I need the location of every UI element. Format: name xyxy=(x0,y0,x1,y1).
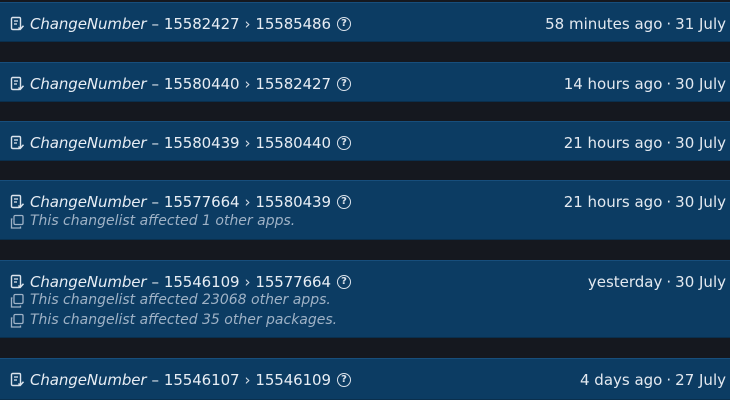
change-prefix: ChangeNumber xyxy=(30,273,147,291)
change-title[interactable]: ChangeNumber – 15546107 › 15546109 ? xyxy=(30,370,351,390)
changelist-row: ChangeNumber – 15582427 › 15585486 ? 58 … xyxy=(0,14,730,34)
changelist-icon xyxy=(10,76,25,91)
relative-time: 21 hours ago xyxy=(563,134,663,152)
note-text: This changelist affected 1 other apps. xyxy=(30,213,296,229)
change-from: 15580439 xyxy=(163,134,240,152)
relative-time: 14 hours ago xyxy=(563,75,663,93)
copy-icon xyxy=(10,214,24,229)
change-title[interactable]: ChangeNumber – 15582427 › 15585486 ? xyxy=(30,14,351,34)
changelist-row: ChangeNumber – 15546107 › 15546109 ? 4 d… xyxy=(0,370,730,390)
changelist-row: ChangeNumber – 15580439 › 15580440 ? 21 … xyxy=(0,133,730,153)
change-from: 15546107 xyxy=(163,371,240,389)
note-text: This changelist affected 35 other packag… xyxy=(30,312,338,328)
dot-separator: · xyxy=(666,75,672,93)
changelist-icon xyxy=(10,194,25,209)
changelist-card[interactable]: ChangeNumber – 15580439 › 15580440 ? 21 … xyxy=(0,121,730,161)
change-title[interactable]: ChangeNumber – 15580440 › 15582427 ? xyxy=(30,74,351,94)
change-date: 30 July xyxy=(675,193,726,211)
changelist-icon xyxy=(10,372,25,387)
arrow-separator: › xyxy=(244,193,251,211)
help-circle-icon[interactable]: ? xyxy=(336,17,351,31)
arrow-separator: › xyxy=(244,134,251,152)
changelist-card[interactable]: ChangeNumber – 15580440 › 15582427 ? 14 … xyxy=(0,62,730,102)
change-to: 15582427 xyxy=(255,75,331,93)
dash-separator: – xyxy=(151,371,160,389)
change-from: 15580440 xyxy=(163,75,240,93)
change-to: 15580440 xyxy=(255,134,331,152)
relative-time: 21 hours ago xyxy=(563,193,663,211)
dash-separator: – xyxy=(151,134,160,152)
change-time: 21 hours ago · 30 July xyxy=(564,192,726,212)
changelist-icon xyxy=(10,274,25,289)
change-to: 15577664 xyxy=(255,273,331,291)
change-from: 15577664 xyxy=(163,193,240,211)
change-title[interactable]: ChangeNumber – 15580439 › 15580440 ? xyxy=(30,133,351,153)
change-to: 15585486 xyxy=(255,15,331,33)
change-title[interactable]: ChangeNumber – 15577664 › 15580439 ? xyxy=(30,192,351,212)
dot-separator: · xyxy=(666,371,672,389)
help-circle-icon[interactable]: ? xyxy=(336,136,351,150)
changelist-card[interactable]: ChangeNumber – 15546109 › 15577664 ? yes… xyxy=(0,260,730,338)
arrow-separator: › xyxy=(244,371,251,389)
change-time: 58 minutes ago · 31 July xyxy=(545,14,726,34)
changelist-row: ChangeNumber – 15580440 › 15582427 ? 14 … xyxy=(0,74,730,94)
change-to: 15580439 xyxy=(255,193,331,211)
help-circle-icon[interactable]: ? xyxy=(336,373,351,387)
affected-note: This changelist affected 23068 other app… xyxy=(0,290,730,310)
change-date: 30 July xyxy=(675,273,726,291)
changelist-card[interactable]: ChangeNumber – 15577664 › 15580439 ? 21 … xyxy=(0,180,730,240)
change-date: 30 July xyxy=(675,134,726,152)
changelist-icon xyxy=(10,16,25,31)
change-from: 15582427 xyxy=(163,15,240,33)
dash-separator: – xyxy=(151,75,160,93)
change-time: 4 days ago · 27 July xyxy=(580,370,726,390)
changelist-icon xyxy=(10,135,25,150)
arrow-separator: › xyxy=(244,75,251,93)
change-prefix: ChangeNumber xyxy=(30,371,147,389)
change-time: 14 hours ago · 30 July xyxy=(564,74,726,94)
affected-note: This changelist affected 1 other apps. xyxy=(0,211,730,231)
changelist-feed: ChangeNumber – 15582427 › 15585486 ? 58 … xyxy=(0,0,730,400)
change-prefix: ChangeNumber xyxy=(30,134,147,152)
affected-note: This changelist affected 35 other packag… xyxy=(0,310,730,330)
dash-separator: – xyxy=(151,273,160,291)
relative-time: 58 minutes ago xyxy=(545,15,663,33)
dot-separator: · xyxy=(666,193,672,211)
dash-separator: – xyxy=(151,15,160,33)
change-date: 31 July xyxy=(675,15,726,33)
arrow-separator: › xyxy=(244,273,251,291)
help-circle-icon[interactable]: ? xyxy=(336,77,351,91)
changelist-card[interactable]: ChangeNumber – 15582427 › 15585486 ? 58 … xyxy=(0,2,730,42)
dot-separator: · xyxy=(666,15,672,33)
copy-icon xyxy=(10,293,24,308)
relative-time: yesterday xyxy=(587,273,663,291)
change-date: 27 July xyxy=(675,371,726,389)
change-prefix: ChangeNumber xyxy=(30,75,147,93)
changelist-row: ChangeNumber – 15577664 › 15580439 ? 21 … xyxy=(0,192,730,212)
help-circle-icon[interactable]: ? xyxy=(336,275,351,289)
dash-separator: – xyxy=(151,193,160,211)
arrow-separator: › xyxy=(244,15,251,33)
change-title[interactable]: ChangeNumber – 15546109 › 15577664 ? xyxy=(30,272,351,292)
help-circle-icon[interactable]: ? xyxy=(336,195,351,209)
note-text: This changelist affected 23068 other app… xyxy=(30,292,331,308)
changelist-card[interactable]: ChangeNumber – 15546107 › 15546109 ? 4 d… xyxy=(0,358,730,400)
change-time: 21 hours ago · 30 July xyxy=(564,133,726,153)
dot-separator: · xyxy=(666,273,672,291)
change-date: 30 July xyxy=(675,75,726,93)
copy-icon xyxy=(10,313,24,328)
change-to: 15546109 xyxy=(255,371,331,389)
change-from: 15546109 xyxy=(163,273,240,291)
change-prefix: ChangeNumber xyxy=(30,15,147,33)
change-prefix: ChangeNumber xyxy=(30,193,147,211)
dot-separator: · xyxy=(666,134,672,152)
relative-time: 4 days ago xyxy=(579,371,663,389)
changelist-row: ChangeNumber – 15546109 › 15577664 ? yes… xyxy=(0,272,730,292)
change-time: yesterday · 30 July xyxy=(588,272,726,292)
